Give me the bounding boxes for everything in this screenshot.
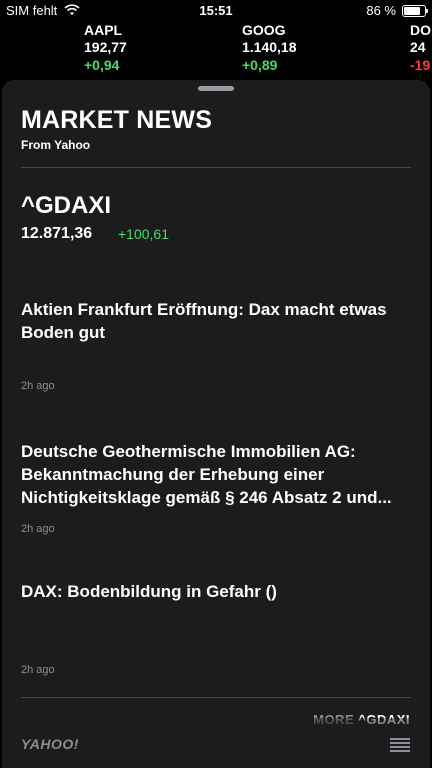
ticker-price: 1.140,18 [242,39,297,55]
news-headline[interactable]: Deutsche Geothermische Immobilien AG: Be… [21,440,411,509]
ticker-item[interactable]: DO 24 -19 [410,22,431,74]
index-symbol: ^GDAXI [21,192,112,219]
news-item[interactable]: Deutsche Geothermische Immobilien AG: Be… [21,440,411,540]
ticker-change: +0,94 [84,57,120,73]
index-price: 12.871,36 [21,225,93,242]
news-headline[interactable]: Aktien Frankfurt Eröffnung: Dax macht et… [21,298,411,344]
drag-handle[interactable] [198,86,234,91]
ticker-item[interactable]: GOOG 1.140,18 +0,89 [242,22,297,74]
news-age: 2h ago [21,523,55,535]
market-news-panel: MARKET NEWS From Yahoo ^GDAXI 12.871,36 … [2,80,430,768]
ticker-symbol: AAPL [84,22,123,38]
news-age: 2h ago [21,664,55,676]
yahoo-logo[interactable]: YAHOO! [21,736,79,752]
battery-icon [402,5,428,17]
ticker-change: +0,89 [242,57,278,73]
list-icon[interactable] [390,738,410,752]
status-bar: SIM fehlt 15:51 86 % [0,0,432,22]
ticker-change: -19 [410,57,431,73]
ticker-symbol: GOOG [242,22,286,38]
battery-percentage: 86 % [366,3,396,18]
panel-title: MARKET NEWS [21,106,213,134]
panel-footer: YAHOO! [2,718,430,768]
news-item[interactable]: DAX: Bodenbildung in Gefahr () 2h ago [21,580,411,680]
stock-ticker[interactable]: AAPL 192,77 +0,94 GOOG 1.140,18 +0,89 DO… [0,22,432,80]
index-change: +100,61 [118,226,169,242]
panel-subtitle: From Yahoo [21,138,91,152]
ticker-item[interactable]: AAPL 192,77 +0,94 [84,22,127,74]
ticker-price: 192,77 [84,39,127,55]
news-headline[interactable]: DAX: Bodenbildung in Gefahr () [21,580,411,603]
divider [21,167,411,168]
ticker-symbol: DO [410,22,431,38]
news-age: 2h ago [21,380,55,392]
ticker-price: 24 [410,39,426,55]
divider [21,697,411,698]
news-item[interactable]: Aktien Frankfurt Eröffnung: Dax macht et… [21,298,411,398]
